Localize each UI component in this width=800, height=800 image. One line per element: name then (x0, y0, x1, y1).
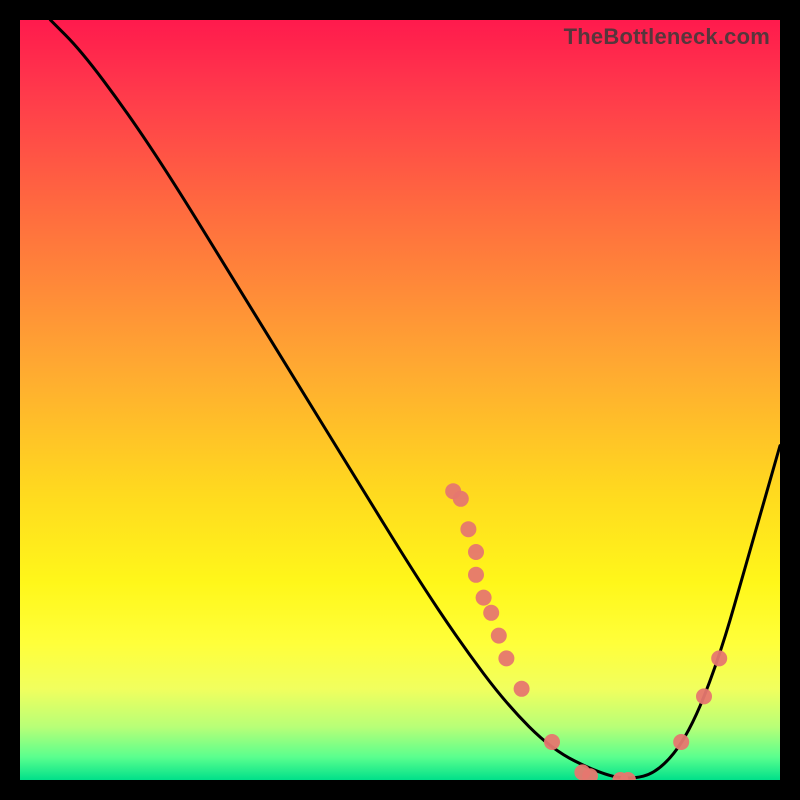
data-point-3 (468, 544, 484, 560)
chart-area: TheBottleneck.com (20, 20, 780, 780)
data-point-1 (453, 491, 469, 507)
data-point-15 (673, 734, 689, 750)
data-point-7 (491, 628, 507, 644)
data-point-5 (476, 590, 492, 606)
data-point-8 (498, 650, 514, 666)
data-point-6 (483, 605, 499, 621)
data-point-17 (711, 650, 727, 666)
data-point-2 (460, 521, 476, 537)
data-point-16 (696, 688, 712, 704)
data-point-10 (544, 734, 560, 750)
bottleneck-curve (50, 20, 780, 778)
plot-svg (20, 20, 780, 780)
data-point-4 (468, 567, 484, 583)
data-points (445, 483, 727, 780)
data-point-9 (514, 681, 530, 697)
